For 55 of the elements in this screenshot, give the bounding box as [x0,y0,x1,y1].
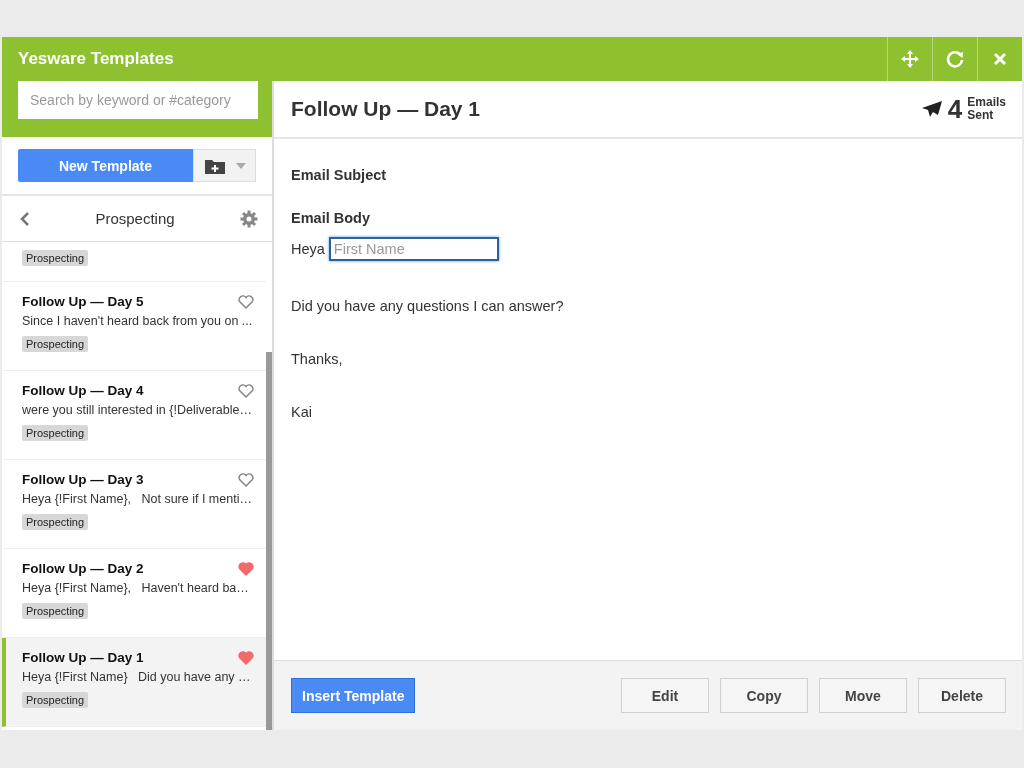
category-tag: Prospecting [22,514,89,530]
action-button[interactable]: Move [819,678,907,713]
template-title: Follow Up — Day 4 [22,383,144,398]
heart-icon[interactable] [238,650,254,665]
sent-count: 4 [947,93,963,125]
template-preview: Heya {!First Name}, Not sure if I menti… [22,492,253,506]
category-title: Prospecting [95,210,175,227]
heart-icon[interactable] [238,383,254,398]
template-preview: Since I haven't heard back from you on ... [22,314,254,328]
category-tag: Prospecting [22,250,89,266]
action-button[interactable]: Edit [621,678,709,713]
template-preview: Heya {!First Name}, Haven't heard ba… [22,581,250,595]
category-tag: Prospecting [22,692,89,708]
body-paragraph: Did you have any questions I can answer? [291,298,565,314]
heart-icon[interactable] [238,561,254,576]
refresh-icon [945,49,965,69]
scrollbar[interactable] [266,352,272,730]
search-field[interactable]: Search by keyword or #category [18,81,258,119]
move-icon [900,49,920,69]
settings-icon [240,209,258,228]
category-tag: Prospecting [22,603,89,619]
heart-icon[interactable] [238,472,254,487]
caret-icon [235,162,246,169]
template-title: Follow Up — Day 1 [22,650,144,665]
new-folder-button[interactable] [193,149,256,182]
category-tag: Prospecting [22,336,89,352]
body-paragraph: Thanks, [291,351,344,367]
action-button[interactable]: Delete [918,678,1006,713]
action-button[interactable]: Copy [720,678,808,713]
template-item[interactable]: Follow Up — Day 4 were you still interested in {!Deliverable… Prospecting [2,371,266,460]
back-button[interactable] [20,210,30,227]
template-preview: Heya {!First Name} Did you have any … [22,670,252,684]
category-tag: Prospecting [22,425,89,441]
body-label: Email Body [291,210,371,226]
sent-label: Sent [967,109,995,122]
template-title: Follow Up — Day 5 [22,294,144,309]
body-paragraph: Kai [291,404,313,420]
first-name-field[interactable]: First Name [328,237,499,261]
template-item[interactable]: Follow Up — Day 5 Since I haven't heard back from you on ... Prospecting [2,282,266,371]
template-title: Follow Up — Day 3 [22,472,144,487]
template-item[interactable]: Follow Up — Day 3 Heya {!First Name}, Not sure if I menti… Prospecting [2,460,266,549]
chevron-left-icon [20,210,30,227]
template-title: Follow Up — Day 2 [22,561,144,576]
heart-icon[interactable] [238,294,254,309]
template-heading: Follow Up — Day 1 [291,97,481,121]
template-item[interactable]: Prospecting [2,242,266,282]
sent-label: Emails [967,96,1006,109]
template-item[interactable]: Follow Up — Day 1 Heya {!First Name} Did you have any … Prospecting [2,638,266,727]
paper-plane-icon [920,100,943,118]
window-title: Yesware Templates [17,49,174,69]
subject-label: Email Subject [291,167,388,183]
close-icon [992,51,1008,67]
greeting-text: Heya [291,241,325,257]
template-preview: were you still interested in {!Deliverable… [22,403,253,417]
settings-button[interactable] [240,209,258,228]
